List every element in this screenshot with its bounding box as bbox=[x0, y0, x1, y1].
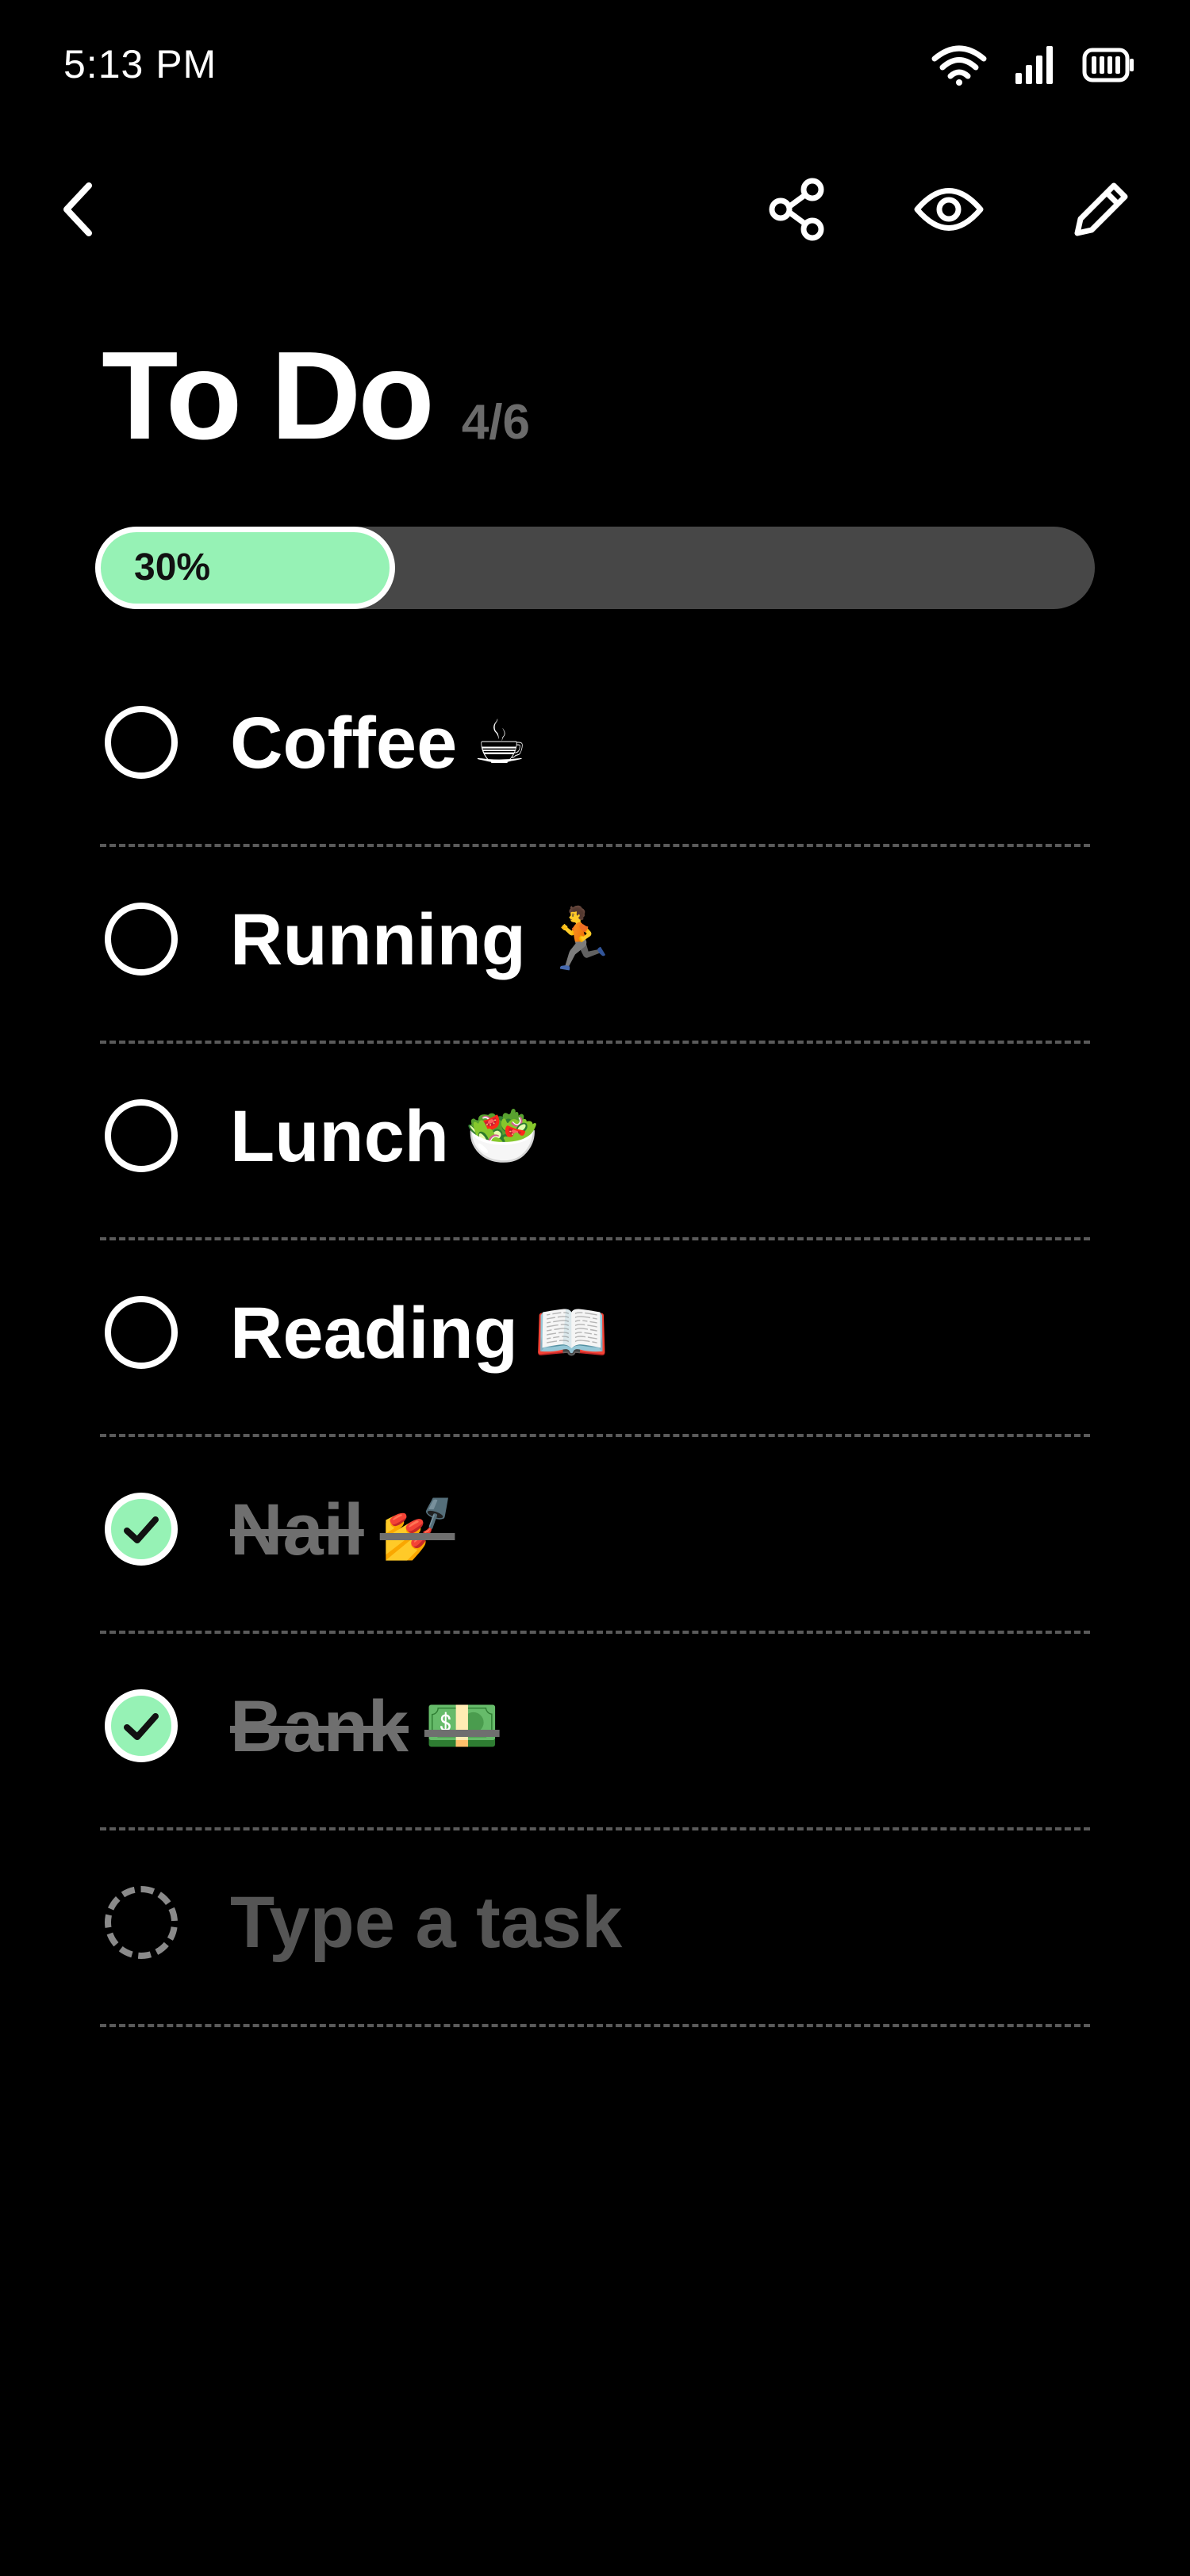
preview-button[interactable] bbox=[911, 173, 987, 249]
wifi-icon bbox=[931, 44, 987, 86]
task-label[interactable]: Reading 📖 bbox=[230, 1282, 609, 1384]
task-row[interactable]: Coffee ☕ bbox=[100, 650, 1090, 847]
status-bar: 5:13 PM bbox=[0, 0, 1190, 127]
status-time: 5:13 PM bbox=[63, 42, 217, 86]
unchecked-checkbox[interactable] bbox=[105, 1296, 178, 1369]
task-row[interactable]: Bank 💵 bbox=[100, 1634, 1090, 1830]
page-title: To Do bbox=[102, 326, 435, 466]
task-emoji: ☕ bbox=[473, 707, 528, 777]
task-label-text: Nail bbox=[230, 1489, 364, 1570]
task-list: Coffee ☕ Running 🏃 Lunch 🥗 Reading 📖 Nail 💅 Bank 💵 bbox=[100, 650, 1090, 2027]
task-emoji: 📖 bbox=[533, 1297, 609, 1367]
new-task-circle-icon[interactable] bbox=[105, 1886, 178, 1959]
edit-button[interactable] bbox=[1063, 173, 1139, 249]
checkmark-icon bbox=[124, 1713, 159, 1740]
task-emoji: 🏃 bbox=[542, 903, 617, 974]
back-button[interactable] bbox=[40, 173, 116, 249]
task-label-text: Lunch bbox=[230, 1096, 449, 1177]
unchecked-checkbox[interactable] bbox=[105, 903, 178, 976]
pencil-icon bbox=[1069, 178, 1133, 245]
checked-checkbox[interactable] bbox=[105, 1493, 178, 1566]
task-label[interactable]: Coffee ☕ bbox=[230, 692, 527, 794]
task-row[interactable]: Lunch 🥗 bbox=[100, 1044, 1090, 1240]
task-label-text: Bank bbox=[230, 1686, 409, 1767]
task-label[interactable]: Running 🏃 bbox=[230, 888, 617, 991]
battery-icon bbox=[1082, 48, 1134, 82]
status-icons bbox=[931, 44, 1134, 86]
share-button[interactable] bbox=[758, 173, 835, 249]
progress-label: 30% bbox=[134, 546, 211, 588]
progress-fill: 30% bbox=[95, 527, 395, 609]
task-emoji: 💅 bbox=[379, 1493, 455, 1564]
task-row[interactable]: Reading 📖 bbox=[100, 1240, 1090, 1437]
task-label-text: Reading bbox=[230, 1293, 518, 1374]
title-row: To Do 4/6 bbox=[102, 333, 530, 458]
checked-checkbox[interactable] bbox=[105, 1689, 178, 1762]
eye-icon bbox=[912, 182, 985, 241]
task-label-text: Running bbox=[230, 899, 526, 980]
task-emoji: 🥗 bbox=[464, 1100, 540, 1171]
task-row[interactable]: Running 🏃 bbox=[100, 847, 1090, 1044]
task-label[interactable]: Nail 💅 bbox=[230, 1478, 455, 1581]
unchecked-checkbox[interactable] bbox=[105, 706, 178, 779]
new-task-input[interactable] bbox=[230, 1872, 1023, 1973]
task-count: 4/6 bbox=[461, 395, 531, 450]
chevron-left-icon bbox=[54, 178, 102, 245]
top-toolbar bbox=[0, 159, 1190, 262]
new-task-row bbox=[100, 1830, 1090, 2027]
checkmark-icon bbox=[124, 1516, 159, 1543]
task-label[interactable]: Bank 💵 bbox=[230, 1675, 500, 1777]
cellular-signal-icon bbox=[1014, 44, 1055, 86]
task-emoji: 💵 bbox=[424, 1690, 500, 1761]
task-row[interactable]: Nail 💅 bbox=[100, 1437, 1090, 1634]
progress-bar: 30% bbox=[95, 527, 1095, 609]
unchecked-checkbox[interactable] bbox=[105, 1099, 178, 1172]
share-icon bbox=[765, 178, 828, 245]
task-label[interactable]: Lunch 🥗 bbox=[230, 1085, 540, 1187]
task-label-text: Coffee bbox=[230, 703, 458, 784]
